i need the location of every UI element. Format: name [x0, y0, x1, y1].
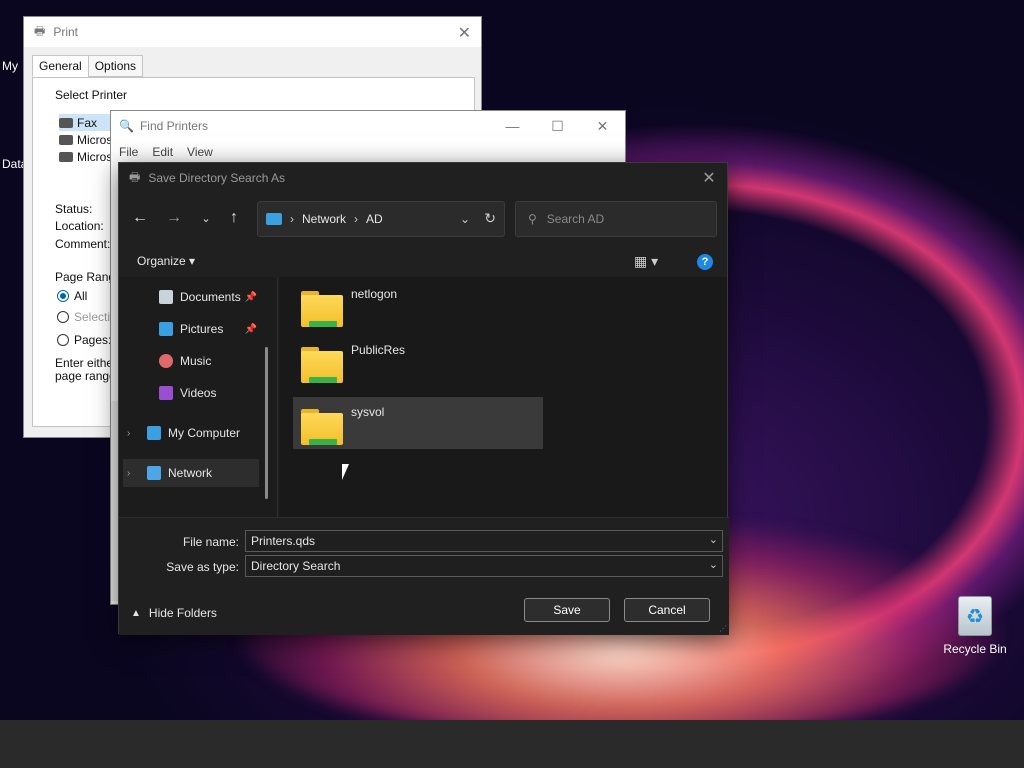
comment-label: Comment:: [55, 237, 111, 251]
close-icon[interactable]: ✕: [580, 111, 625, 141]
save-footer: File name: Printers.qds ⌄ Save as type: …: [119, 517, 729, 635]
back-arrow-icon[interactable]: ←: [127, 205, 153, 231]
menu-file[interactable]: File: [119, 145, 138, 159]
pin-icon[interactable]: 📌: [245, 324, 257, 335]
radio-all[interactable]: All: [57, 289, 87, 303]
find-printers-icon: 🔍: [119, 119, 134, 133]
printer-icon: 🖶: [129, 169, 141, 184]
search-input[interactable]: ⚲ Search AD: [515, 201, 717, 237]
nav-item-music[interactable]: Music: [159, 347, 211, 375]
expand-chevron-icon[interactable]: ›: [127, 428, 141, 439]
organize-button[interactable]: Organize ▾: [137, 254, 195, 268]
network-icon: [147, 466, 161, 480]
network-folder-icon: [301, 291, 343, 327]
printer-icon: [59, 151, 73, 162]
recent-dropdown-icon[interactable]: ⌄: [193, 205, 219, 231]
expand-chevron-icon[interactable]: ›: [127, 468, 141, 479]
nav-item-network[interactable]: › Network: [123, 459, 259, 487]
minimize-icon[interactable]: —: [490, 111, 535, 141]
navigation-pane: Documents 📌 Pictures 📌 Music Videos › My…: [119, 277, 277, 517]
file-name-label: File name:: [182, 535, 239, 549]
cancel-button[interactable]: Cancel: [624, 598, 710, 622]
printer-icon: 🖶: [34, 23, 46, 38]
radio-pages[interactable]: Pages:: [57, 333, 111, 347]
music-icon: [159, 354, 173, 368]
save-dialog: 🖶 Save Directory Search As ✕ ← → ⌄ ↑ › N…: [118, 162, 729, 635]
chevron-down-icon[interactable]: ⌄: [709, 533, 718, 546]
print-title-bar: 🖶 Print ✕: [24, 17, 481, 47]
nav-item-pictures[interactable]: Pictures 📌: [159, 315, 257, 343]
folder-item-sysvol[interactable]: sysvol: [293, 397, 543, 449]
desktop-icon-label-my[interactable]: My: [2, 59, 18, 73]
save-as-type-select[interactable]: Directory Search ⌄: [245, 555, 723, 577]
breadcrumb-chevron-icon: ›: [354, 212, 359, 226]
breadcrumb-chevron-icon: ›: [290, 212, 294, 226]
file-list: netlogon PublicRes sysvol: [279, 277, 727, 517]
search-icon: ⚲: [528, 212, 537, 226]
navigation-bar: ← → ⌄ ↑ › Network › AD ⌄ ↻ ⚲ Search AD: [119, 201, 729, 241]
status-label: Status:: [55, 202, 93, 216]
print-title: Print: [53, 25, 79, 39]
computer-icon: [266, 213, 282, 225]
nav-item-videos[interactable]: Videos: [159, 379, 216, 407]
nav-item-documents[interactable]: Documents 📌: [159, 283, 257, 311]
chevron-down-icon[interactable]: ⌄: [709, 558, 718, 571]
find-title: Find Printers: [139, 119, 208, 133]
breadcrumb-network[interactable]: Network: [302, 212, 346, 226]
chevron-up-icon: ▲: [131, 607, 141, 619]
select-printer-label: Select Printer: [55, 88, 128, 102]
taskbar: [0, 720, 1024, 768]
breadcrumb-ad[interactable]: AD: [366, 212, 383, 226]
recycle-bin-label: Recycle Bin: [943, 642, 1007, 656]
view-options-icon[interactable]: ▦ ▾: [634, 253, 658, 270]
recycle-bin-icon: ♻: [958, 596, 992, 636]
maximize-icon[interactable]: ☐: [535, 111, 580, 141]
save-title: Save Directory Search As: [148, 171, 286, 185]
close-icon[interactable]: ✕: [697, 167, 721, 189]
computer-icon: [147, 426, 161, 440]
tab-options[interactable]: Options: [87, 55, 144, 77]
save-title-bar: 🖶 Save Directory Search As: [119, 163, 727, 193]
refresh-icon[interactable]: ↻: [484, 210, 496, 227]
file-name-field[interactable]: Printers.qds ⌄: [245, 530, 723, 552]
up-arrow-icon[interactable]: ↑: [221, 205, 247, 231]
printer-icon: [59, 134, 73, 145]
documents-icon: [159, 290, 173, 304]
pin-icon[interactable]: 📌: [245, 292, 257, 303]
command-bar: Organize ▾ ▦ ▾ ?: [119, 247, 729, 277]
pictures-icon: [159, 322, 173, 336]
save-button[interactable]: Save: [524, 598, 610, 622]
nav-item-my-computer[interactable]: › My Computer: [127, 419, 259, 447]
tab-general[interactable]: General: [32, 55, 89, 77]
network-folder-icon: [301, 347, 343, 383]
mouse-cursor-icon: [342, 464, 349, 480]
location-label: Location:: [55, 219, 104, 233]
close-icon[interactable]: ✕: [458, 23, 471, 43]
help-icon[interactable]: ?: [697, 254, 713, 270]
recycle-bin[interactable]: ♻ Recycle Bin: [940, 596, 1010, 656]
save-as-type-label: Save as type:: [166, 560, 239, 574]
pane-divider[interactable]: [277, 277, 278, 517]
search-placeholder: Search AD: [546, 212, 605, 226]
folder-item-netlogon[interactable]: netlogon: [293, 279, 543, 331]
address-dropdown-icon[interactable]: ⌄: [460, 212, 470, 226]
resize-grip-icon[interactable]: ⋰: [719, 624, 727, 633]
window-controls: — ☐ ✕: [490, 111, 625, 141]
printer-icon: [59, 117, 73, 128]
hide-folders-button[interactable]: ▲ Hide Folders: [131, 606, 217, 620]
menu-edit[interactable]: Edit: [152, 145, 173, 159]
nav-scrollbar[interactable]: [265, 347, 268, 499]
hint-line-1: Enter either: [55, 356, 118, 370]
find-menubar: File Edit View: [111, 141, 625, 163]
print-tabs: General Options: [32, 55, 144, 77]
forward-arrow-icon[interactable]: →: [161, 205, 187, 231]
network-folder-icon: [301, 409, 343, 445]
folder-item-publicres[interactable]: PublicRes: [293, 335, 543, 387]
menu-view[interactable]: View: [187, 145, 213, 159]
address-bar[interactable]: › Network › AD ⌄ ↻: [257, 201, 505, 237]
videos-icon: [159, 386, 173, 400]
